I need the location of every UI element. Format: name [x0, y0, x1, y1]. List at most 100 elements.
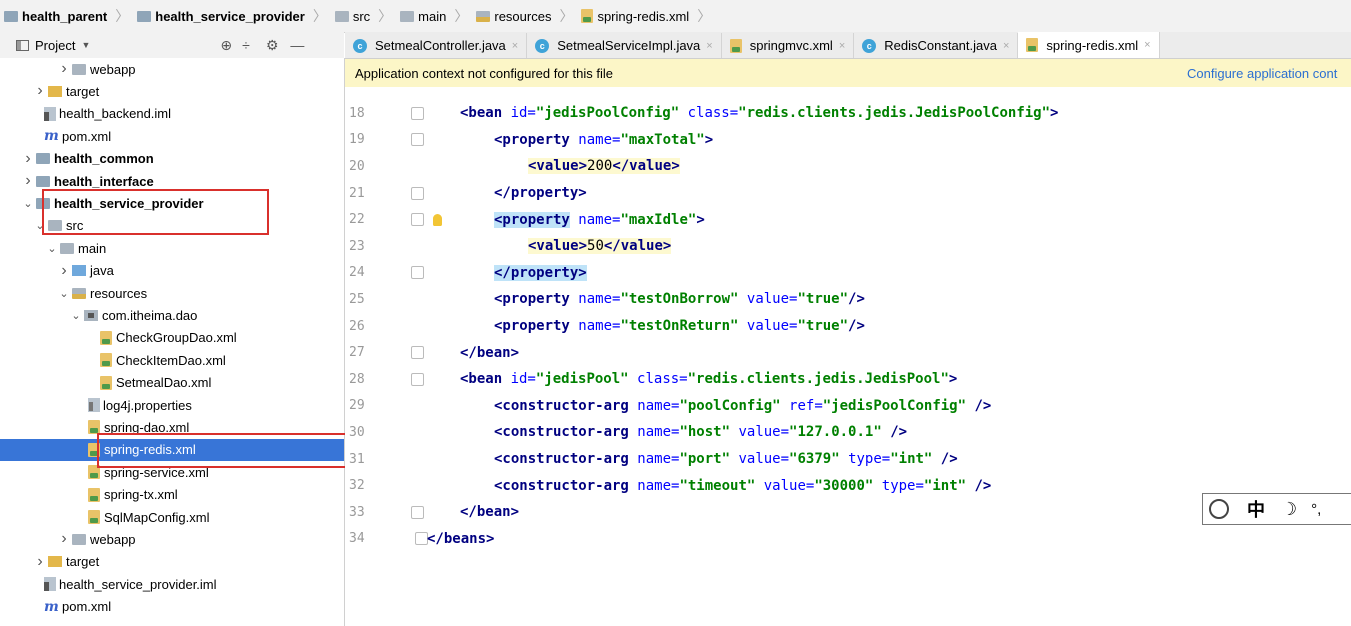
fold-marker-icon[interactable]: [411, 372, 424, 386]
ime-mode-toggle[interactable]: 中: [1247, 496, 1265, 522]
locate-file-icon[interactable]: ⊕: [220, 37, 232, 54]
code-token: "127.0.0.1": [789, 424, 891, 441]
breadcrumb-spring-redis-xml[interactable]: spring-redis.xml: [577, 0, 693, 32]
line-number: 29: [349, 398, 365, 414]
tree-item-label: SqlMapConfig.xml: [104, 509, 210, 525]
tab-label: springmvc.xml: [749, 38, 833, 53]
intention-lightbulb-icon[interactable]: [433, 213, 442, 226]
tree-item[interactable]: › webapp: [0, 58, 344, 80]
tree-item[interactable]: SetmealDao.xml: [0, 372, 344, 394]
breadcrumb-health-service-provider[interactable]: health_service_provider: [133, 0, 309, 32]
editor-tab[interactable]: spring-redis.xml ×: [1018, 32, 1160, 58]
tree-item[interactable]: › health_common: [0, 148, 344, 170]
code-token: name=: [578, 131, 621, 148]
code-token: </bean>: [460, 504, 520, 521]
line-number: 34: [349, 531, 365, 547]
dropdown-arrow-icon[interactable]: ▼: [81, 40, 90, 50]
close-tab-icon[interactable]: ×: [1144, 39, 1150, 51]
breadcrumb-main[interactable]: main: [396, 0, 450, 32]
code-token: </property>: [494, 185, 587, 202]
punctuation-icon[interactable]: °,: [1311, 501, 1321, 518]
tree-item[interactable]: ⌄ resources: [0, 282, 344, 304]
tree-item[interactable]: › target: [0, 551, 344, 573]
tree-item[interactable]: ⌄ main: [0, 237, 344, 259]
collapse-arrow-icon[interactable]: ›: [56, 530, 72, 548]
tree-item[interactable]: › target: [0, 80, 344, 102]
editor-tab[interactable]: c RedisConstant.java ×: [854, 33, 1019, 58]
close-tab-icon[interactable]: ×: [1003, 40, 1009, 52]
editor-tab[interactable]: c SetmealServiceImpl.java ×: [527, 33, 722, 58]
hide-panel-icon[interactable]: —: [290, 37, 304, 53]
close-tab-icon[interactable]: ×: [839, 40, 845, 52]
fold-marker-icon[interactable]: [411, 106, 424, 120]
project-view-selector[interactable]: Project: [35, 38, 75, 53]
code-text: </property>: [494, 185, 587, 201]
close-tab-icon[interactable]: ×: [706, 40, 712, 52]
tree-item[interactable]: SqlMapConfig.xml: [0, 506, 344, 528]
tree-item[interactable]: spring-tx.xml: [0, 484, 344, 506]
folder-webapp-icon: [72, 533, 86, 545]
collapse-arrow-icon[interactable]: ›: [32, 82, 48, 100]
expand-arrow-icon[interactable]: ⌄: [68, 309, 84, 322]
breadcrumb-health-parent[interactable]: health_parent: [0, 0, 111, 32]
breadcrumb-resources[interactable]: resources: [472, 0, 555, 32]
close-tab-icon[interactable]: ×: [512, 40, 518, 52]
collapse-arrow-icon[interactable]: ›: [20, 150, 36, 168]
settings-gear-icon[interactable]: ⚙: [266, 37, 279, 54]
code-token: "port": [679, 451, 739, 468]
fold-marker-icon[interactable]: [411, 186, 424, 200]
fold-marker-icon[interactable]: [411, 505, 424, 519]
collapse-arrow-icon[interactable]: ›: [32, 553, 48, 571]
collapse-arrow-icon[interactable]: ›: [56, 262, 72, 280]
collapse-arrow-icon[interactable]: ›: [56, 60, 72, 78]
code-token: <property: [494, 131, 579, 148]
tab-label: RedisConstant.java: [884, 38, 997, 53]
code-token: >: [696, 211, 705, 228]
tree-item[interactable]: › java: [0, 260, 344, 282]
expand-arrow-icon[interactable]: ⌄: [20, 197, 36, 210]
expand-arrow-icon[interactable]: ⌄: [56, 287, 72, 300]
code-editor[interactable]: 18 <bean id="jedisPoolConfig" class="redi…: [345, 87, 1351, 626]
fold-marker-icon[interactable]: [411, 266, 424, 280]
tree-item[interactable]: health_service_provider.iml: [0, 573, 344, 595]
breadcrumb-src[interactable]: src: [331, 0, 374, 32]
tree-item[interactable]: log4j.properties: [0, 394, 344, 416]
fold-marker-icon[interactable]: [411, 213, 424, 227]
expand-arrow-icon[interactable]: ⌄: [44, 242, 60, 255]
code-token: value=: [746, 291, 798, 308]
tree-item[interactable]: m pom.xml: [0, 596, 344, 618]
line-number: 25: [349, 291, 365, 307]
code-token: "maxTotal": [620, 131, 705, 148]
maven-pom-icon: m: [44, 128, 59, 145]
code-token: "maxIdle": [620, 211, 697, 228]
configure-context-link[interactable]: Configure application cont: [1187, 66, 1337, 81]
code-token: "6379": [789, 451, 849, 468]
fold-marker-icon[interactable]: [411, 133, 424, 147]
tree-item-label: CheckGroupDao.xml: [116, 330, 237, 346]
folder-webapp-icon: [72, 63, 86, 75]
module-folder-icon: [137, 10, 152, 22]
tree-item[interactable]: CheckItemDao.xml: [0, 349, 344, 371]
module-folder-icon: [36, 175, 50, 187]
ime-logo-icon[interactable]: [1209, 499, 1229, 519]
code-token: <bean: [460, 105, 511, 122]
code-text: </beans>: [427, 531, 494, 547]
tree-item[interactable]: m pom.xml: [0, 125, 344, 147]
editor-tab[interactable]: springmvc.xml ×: [722, 33, 855, 58]
tree-item[interactable]: ⌄ com.itheima.dao: [0, 304, 344, 326]
code-token: "jedisPool": [535, 371, 638, 388]
moon-icon[interactable]: ☽: [1281, 499, 1297, 520]
tree-item-label: java: [90, 263, 114, 279]
tree-item[interactable]: CheckGroupDao.xml: [0, 327, 344, 349]
collapse-all-icon[interactable]: ÷: [242, 37, 250, 53]
spring-xml-icon: [729, 38, 742, 53]
xml-file-icon: [100, 330, 112, 345]
tree-item[interactable]: › webapp: [0, 528, 344, 550]
code-token: <property: [494, 291, 579, 308]
tree-item[interactable]: health_backend.iml: [0, 103, 344, 125]
fold-marker-icon[interactable]: [411, 346, 424, 360]
project-tree: › webapp › target health_backend.iml m pom.xml…: [0, 58, 345, 626]
editor-tab[interactable]: c SetmealController.java ×: [345, 33, 528, 58]
collapse-arrow-icon[interactable]: ›: [20, 172, 36, 190]
code-token: />: [974, 477, 992, 494]
